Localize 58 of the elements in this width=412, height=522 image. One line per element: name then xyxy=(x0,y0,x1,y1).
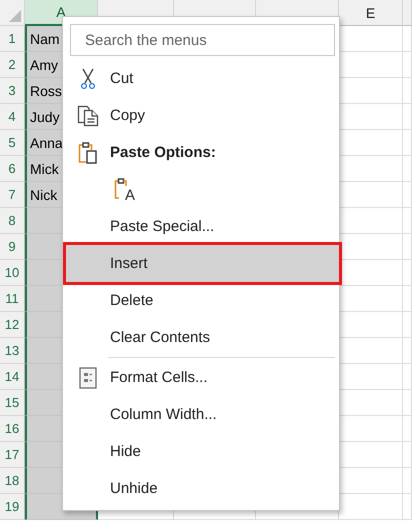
menu-item[interactable]: Hide xyxy=(110,443,141,460)
table-cell xyxy=(403,234,412,260)
row-header[interactable]: 14 xyxy=(0,364,25,390)
table-cell xyxy=(403,182,412,208)
menu-item[interactable]: Cut xyxy=(110,70,134,87)
search-field[interactable]: Search the menus xyxy=(70,24,335,56)
select-all-icon[interactable] xyxy=(9,10,21,22)
section-heading: Paste Options: xyxy=(110,144,216,161)
column-header[interactable]: E xyxy=(339,0,403,26)
menu-item[interactable]: Format Cells... xyxy=(110,369,208,386)
row-header[interactable]: 12 xyxy=(0,312,25,338)
row-header[interactable]: 18 xyxy=(0,468,25,494)
row-header[interactable]: 15 xyxy=(0,390,25,416)
menu-item[interactable]: Copy xyxy=(110,107,146,124)
table-cell xyxy=(403,104,412,130)
row-header[interactable]: 3 xyxy=(0,78,25,104)
format-cells-icon xyxy=(79,366,97,388)
menu-item[interactable]: Paste Special... xyxy=(110,218,214,235)
row-header[interactable]: 8 xyxy=(0,208,25,234)
row-header[interactable]: 16 xyxy=(0,416,25,442)
menu-item[interactable]: Unhide xyxy=(110,480,158,497)
table-cell xyxy=(403,208,412,234)
menu-item[interactable]: Clear Contents xyxy=(110,329,210,346)
menu-item[interactable]: Insert xyxy=(110,255,148,272)
menu-item[interactable]: Column Width... xyxy=(110,406,217,423)
row-header[interactable]: 6 xyxy=(0,156,25,182)
paste-keep-text-button[interactable]: A xyxy=(110,174,140,206)
table-cell xyxy=(403,390,412,416)
row-header[interactable]: 5 xyxy=(0,130,25,156)
column-header[interactable] xyxy=(403,0,412,26)
table-cell xyxy=(403,416,412,442)
table-cell xyxy=(403,494,412,520)
table-cell xyxy=(403,130,412,156)
row-header[interactable]: 10 xyxy=(0,260,25,286)
copy-icon xyxy=(77,104,99,126)
row-header[interactable]: 1 xyxy=(0,26,25,52)
clipboard-icon xyxy=(78,140,98,164)
menu-item[interactable]: Delete xyxy=(110,292,154,309)
table-cell xyxy=(403,364,412,390)
table-cell xyxy=(403,286,412,312)
table-cell xyxy=(403,442,412,468)
table-cell xyxy=(403,78,412,104)
row-header[interactable]: 7 xyxy=(0,182,25,208)
row-header[interactable]: 17 xyxy=(0,442,25,468)
row-header[interactable]: 13 xyxy=(0,338,25,364)
table-cell xyxy=(403,260,412,286)
table-cell xyxy=(403,52,412,78)
row-header[interactable]: 11 xyxy=(0,286,25,312)
table-cell xyxy=(403,338,412,364)
row-header[interactable]: 9 xyxy=(0,234,25,260)
row-header[interactable]: 2 xyxy=(0,52,25,78)
scissors-icon xyxy=(80,68,96,90)
row-header[interactable]: 4 xyxy=(0,104,25,130)
table-cell xyxy=(403,312,412,338)
table-cell xyxy=(403,468,412,494)
table-cell xyxy=(403,156,412,182)
table-cell xyxy=(403,26,412,52)
row-header[interactable]: 19 xyxy=(0,494,25,520)
